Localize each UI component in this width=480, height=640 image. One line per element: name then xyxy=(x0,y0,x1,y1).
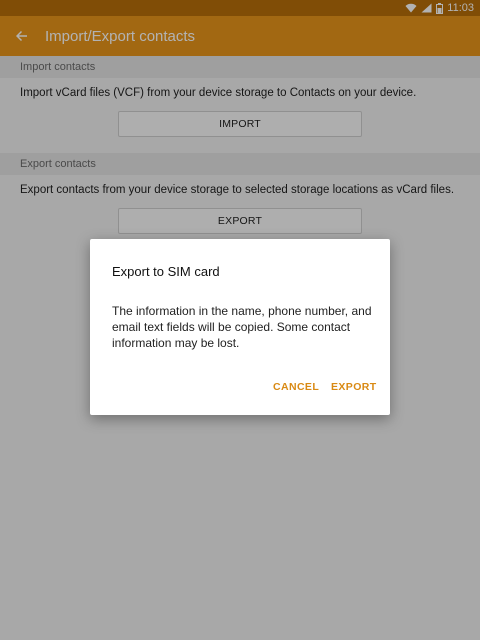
cancel-button[interactable]: CANCEL xyxy=(273,378,319,396)
confirm-export-button[interactable]: EXPORT xyxy=(331,378,377,396)
status-scrim xyxy=(0,0,480,56)
export-to-sim-dialog: Export to SIM card The information in th… xyxy=(90,239,390,415)
dialog-message: The information in the name, phone numbe… xyxy=(112,304,372,350)
dialog-title: Export to SIM card xyxy=(112,264,220,279)
